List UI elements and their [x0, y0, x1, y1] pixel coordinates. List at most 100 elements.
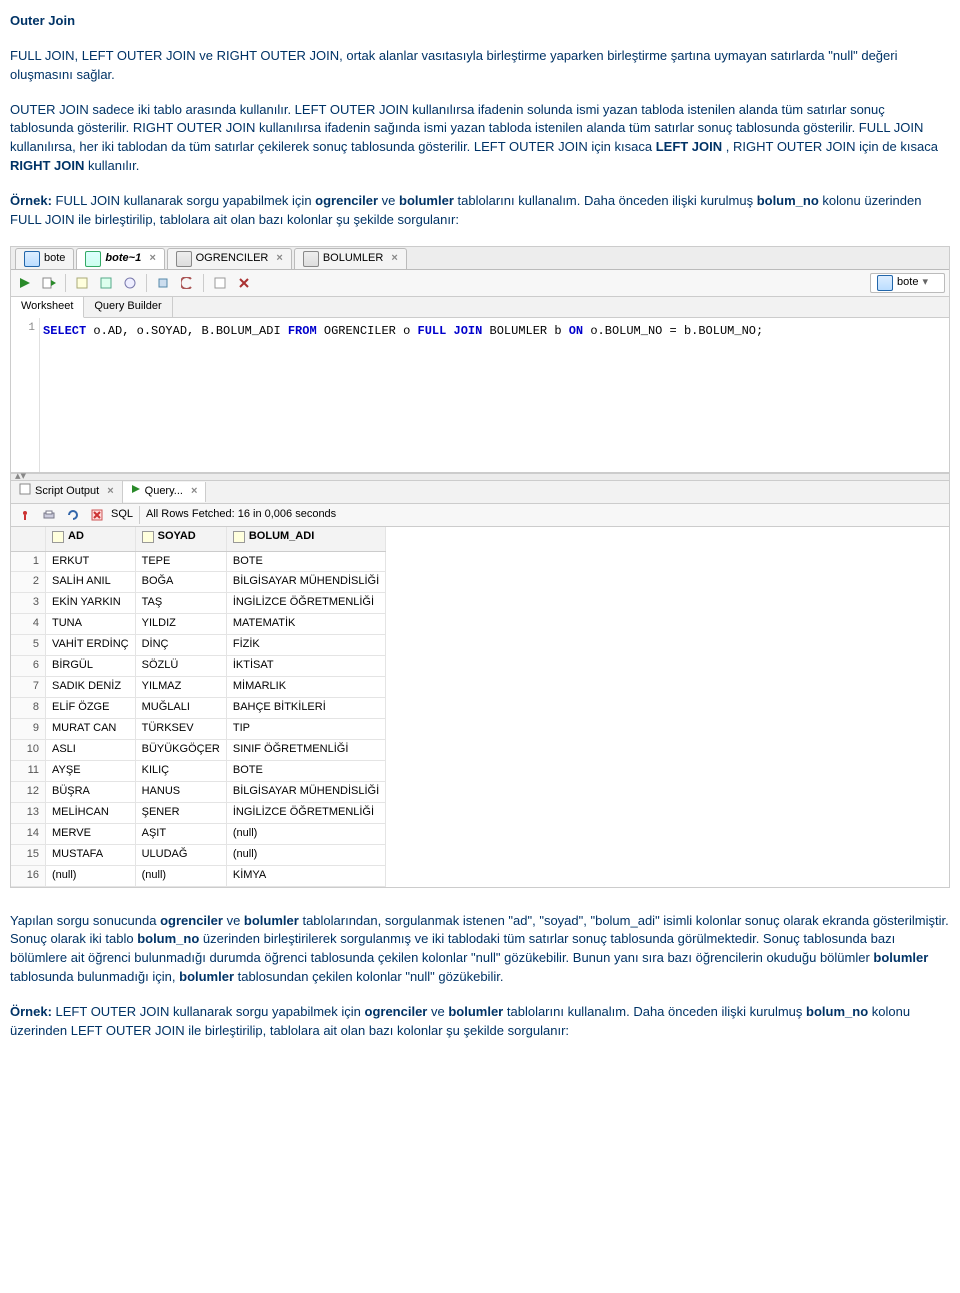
text: ve	[431, 1004, 448, 1019]
example-label: Örnek:	[10, 1004, 52, 1019]
cell-ad: EKİN YARKIN	[46, 593, 136, 614]
row-number-cell: 2	[11, 572, 46, 593]
cell-bolum-adi: BOTE	[226, 551, 385, 572]
explain-plan-button[interactable]	[72, 273, 92, 293]
cell-soyad: DİNÇ	[135, 635, 226, 656]
column-header-bolum-adi[interactable]: BOLUM_ADI	[226, 527, 385, 551]
table-row[interactable]: 11AYŞEKILIÇBOTE	[11, 760, 386, 781]
close-icon[interactable]: ×	[191, 484, 197, 500]
run-script-button[interactable]	[39, 273, 59, 293]
pin-button[interactable]	[15, 505, 35, 525]
commit-button[interactable]	[153, 273, 173, 293]
section-title: Outer Join	[10, 12, 950, 31]
sql-editor[interactable]: 1 SELECT o.AD, o.SOYAD, B.BOLUM_ADI FROM…	[11, 318, 949, 473]
column-name-bolum-no: bolum_no	[137, 931, 199, 946]
unshared-worksheet-button[interactable]	[210, 273, 230, 293]
column-header-soyad[interactable]: SOYAD	[135, 527, 226, 551]
document-tabs: bote bote~1 × OGRENCILER × BOLUMLER ×	[11, 247, 949, 270]
cell-soyad: SÖZLÜ	[135, 656, 226, 677]
table-row[interactable]: 13MELİHCANŞENERİNGİLİZCE ÖĞRETMENLİĞİ	[11, 802, 386, 823]
cell-ad: TUNA	[46, 614, 136, 635]
close-icon[interactable]: ×	[276, 251, 282, 267]
row-number-cell: 13	[11, 802, 46, 823]
splitter-handle[interactable]: ▴▾	[11, 473, 949, 481]
tab-connection-bote[interactable]: bote	[15, 248, 74, 269]
paragraph-after-result: Yapılan sorgu sonucunda ogrenciler ve bo…	[10, 912, 950, 987]
cell-soyad: HANUS	[135, 781, 226, 802]
table-row[interactable]: 10ASLIBÜYÜKGÖÇERSINIF ÖĞRETMENLİĞİ	[11, 739, 386, 760]
run-statement-button[interactable]	[15, 273, 35, 293]
worksheet-subtabs: Worksheet Query Builder	[11, 297, 949, 318]
results-grid[interactable]: AD SOYAD BOLUM_ADI 1ERKUTTEPEBOTE2SALİH …	[11, 527, 949, 887]
row-number-cell: 7	[11, 677, 46, 698]
table-row[interactable]: 5VAHİT ERDİNÇDİNÇFİZİK	[11, 635, 386, 656]
column-icon	[142, 531, 154, 543]
table-name-ogrenciler: ogrenciler	[315, 193, 378, 208]
paragraph-explain: OUTER JOIN sadece iki tablo arasında kul…	[10, 101, 950, 176]
table-row[interactable]: 3EKİN YARKINTAŞİNGİLİZCE ÖĞRETMENLİĞİ	[11, 593, 386, 614]
table-row[interactable]: 14MERVEAŞIT(null)	[11, 823, 386, 844]
output-tab-script[interactable]: Script Output ×	[11, 481, 123, 503]
row-number-cell: 10	[11, 739, 46, 760]
row-number-cell: 6	[11, 656, 46, 677]
autotrace-button[interactable]	[96, 273, 116, 293]
print-button[interactable]	[39, 505, 59, 525]
keyword-on: ON	[569, 324, 583, 338]
text: ve	[227, 913, 244, 928]
rollback-button[interactable]	[177, 273, 197, 293]
sql-text: OGRENCILER o	[317, 324, 418, 338]
subtab-worksheet[interactable]: Worksheet	[11, 297, 84, 318]
table-row[interactable]: 1ERKUTTEPEBOTE	[11, 551, 386, 572]
example-label: Örnek:	[10, 193, 52, 208]
database-icon	[877, 275, 893, 291]
cancel-button[interactable]	[87, 505, 107, 525]
cell-soyad: KILIÇ	[135, 760, 226, 781]
cell-bolum-adi: MATEMATİK	[226, 614, 385, 635]
tab-label: BOLUMLER	[323, 251, 384, 267]
table-icon	[303, 251, 319, 267]
row-number-header	[11, 527, 46, 551]
tab-table-bolumler[interactable]: BOLUMLER ×	[294, 248, 407, 269]
sql-tuning-button[interactable]	[120, 273, 140, 293]
table-row[interactable]: 9MURAT CANTÜRKSEVTIP	[11, 719, 386, 740]
sql-text: o.AD, o.SOYAD, B.BOLUM_ADI	[86, 324, 288, 338]
table-row[interactable]: 2SALİH ANILBOĞABİLGİSAYAR MÜHENDİSLİĞİ	[11, 572, 386, 593]
cell-bolum-adi: KİMYA	[226, 865, 385, 886]
cell-bolum-adi: BİLGİSAYAR MÜHENDİSLİĞİ	[226, 572, 385, 593]
close-icon[interactable]: ×	[107, 484, 113, 500]
table-row[interactable]: 8ELİF ÖZGEMUĞLALIBAHÇE BİTKİLERİ	[11, 698, 386, 719]
refresh-button[interactable]	[63, 505, 83, 525]
cell-ad: BİRGÜL	[46, 656, 136, 677]
table-row[interactable]: 12BÜŞRAHANUSBİLGİSAYAR MÜHENDİSLİĞİ	[11, 781, 386, 802]
fetch-status: All Rows Fetched: 16 in 0,006 seconds	[146, 507, 336, 523]
cell-bolum-adi: FİZİK	[226, 635, 385, 656]
clear-button[interactable]	[234, 273, 254, 293]
table-row[interactable]: 6BİRGÜLSÖZLÜİKTİSAT	[11, 656, 386, 677]
connection-name: bote	[897, 275, 918, 291]
tab-table-ogrenciler[interactable]: OGRENCILER ×	[167, 248, 292, 269]
connection-selector[interactable]: bote ▾	[870, 273, 945, 293]
close-icon[interactable]: ×	[391, 251, 397, 267]
column-header-ad[interactable]: AD	[46, 527, 136, 551]
column-label: BOLUM_ADI	[249, 529, 314, 545]
table-name-bolumler: bolumler	[873, 950, 928, 965]
text: FULL JOIN kullanarak sorgu yapabilmek iç…	[56, 193, 316, 208]
row-number-cell: 1	[11, 551, 46, 572]
table-row[interactable]: 16(null)(null)KİMYA	[11, 865, 386, 886]
sql-label[interactable]: SQL	[111, 507, 133, 523]
cell-ad: AYŞE	[46, 760, 136, 781]
table-row[interactable]: 7SADIK DENİZYILMAZMİMARLIK	[11, 677, 386, 698]
table-row[interactable]: 15MUSTAFAULUDAĞ(null)	[11, 844, 386, 865]
tab-worksheet-bote1[interactable]: bote~1 ×	[76, 248, 164, 269]
cell-soyad: BÜYÜKGÖÇER	[135, 739, 226, 760]
table-row[interactable]: 4TUNAYILDIZMATEMATİK	[11, 614, 386, 635]
close-icon[interactable]: ×	[149, 251, 155, 267]
table-name-bolumler: bolumler	[399, 193, 454, 208]
subtab-query-builder[interactable]: Query Builder	[84, 297, 172, 317]
row-number-cell: 11	[11, 760, 46, 781]
cell-bolum-adi: MİMARLIK	[226, 677, 385, 698]
cell-soyad: TEPE	[135, 551, 226, 572]
output-tab-query[interactable]: Query... ×	[123, 482, 207, 502]
cell-bolum-adi: TIP	[226, 719, 385, 740]
row-number-cell: 9	[11, 719, 46, 740]
